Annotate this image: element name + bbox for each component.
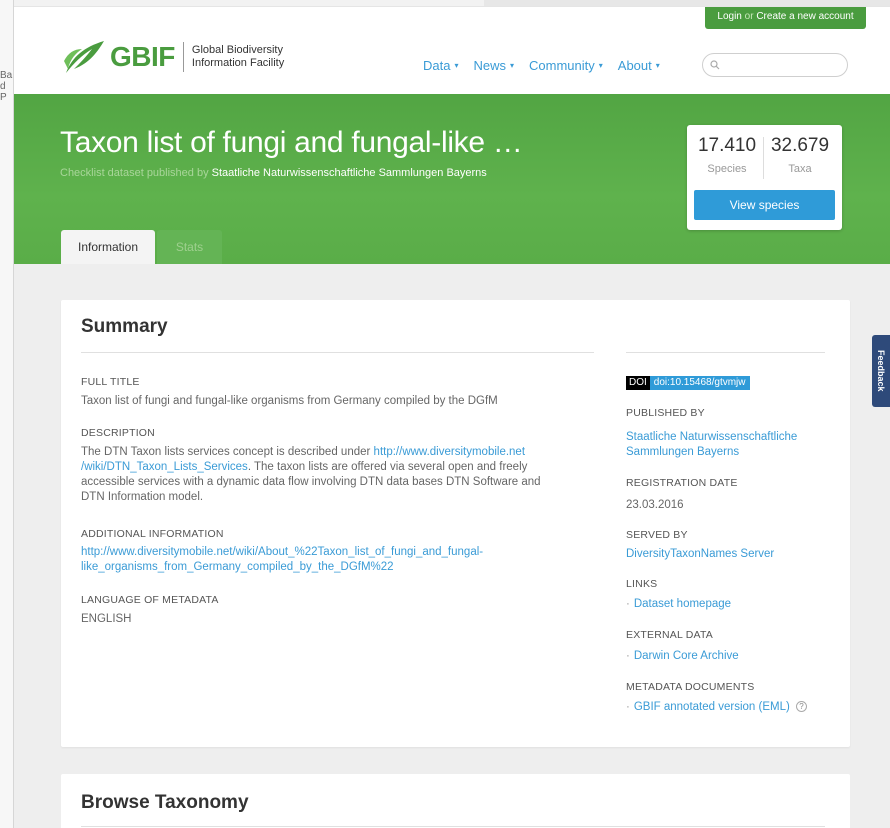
site-header: Login or Create a new account GBIF Globa…: [14, 6, 890, 94]
nav-item-news[interactable]: News ▾: [473, 58, 514, 73]
species-label: Species: [707, 163, 747, 175]
divider: [81, 352, 594, 353]
caret-down-icon: ▾: [510, 61, 515, 70]
gbif-annotated-eml-link[interactable]: · GBIF annotated version (EML) ?: [626, 701, 808, 713]
served-by-label: SERVED BY: [626, 529, 688, 541]
served-by-link[interactable]: DiversityTaxonNames Server: [626, 547, 774, 562]
additional-info-link[interactable]: http://www.diversitymobile.net/wiki/Abou…: [81, 545, 483, 560]
nav-item-about[interactable]: About ▾: [618, 58, 660, 73]
caret-down-icon: ▾: [598, 61, 603, 70]
link-text: GBIF annotated version (EML): [633, 701, 790, 713]
window-fragment-text: d P: [0, 81, 7, 103]
gbif-logo[interactable]: GBIF Global Biodiversity Information Fac…: [62, 39, 284, 75]
browse-taxonomy-card: Browse Taxonomy: [61, 774, 850, 828]
species-stat[interactable]: 17.410 Species: [692, 135, 762, 175]
dataset-hero: Taxon list of fungi and fungal-like … Ch…: [14, 94, 890, 264]
leaf-logo-icon: [64, 41, 104, 73]
browse-taxonomy-heading: Browse Taxonomy: [81, 792, 249, 813]
search-icon: [710, 60, 720, 70]
subtitle-prefix: Checklist dataset published by: [60, 167, 209, 179]
doi-badge[interactable]: DOI doi:10.15468/gtvmjw: [626, 376, 750, 390]
main-nav: Data ▾ News ▾ Community ▾ About ▾: [423, 58, 675, 73]
taxa-label: Taxa: [788, 163, 812, 175]
metadata-documents-label: METADATA DOCUMENTS: [626, 681, 755, 693]
login-or-text: or: [744, 11, 754, 22]
window-fragment-text: Ba: [0, 70, 13, 81]
nav-label: News: [473, 58, 506, 73]
description-label: DESCRIPTION: [81, 427, 155, 439]
published-by-value: Staatliche Naturwissenschaftliche Sammlu…: [626, 430, 797, 460]
view-species-button[interactable]: View species: [694, 190, 835, 220]
logo-subtitle-line: Global Biodiversity: [191, 44, 283, 56]
additional-info-value: http://www.diversitymobile.net/wiki/Abou…: [81, 545, 483, 575]
doi-label: DOI: [626, 376, 650, 390]
search-box[interactable]: [702, 53, 848, 77]
description-link[interactable]: /wiki/DTN_Taxon_Lists_Services: [81, 461, 248, 473]
language-value: ENGLISH: [81, 613, 132, 625]
tab-information[interactable]: Information: [61, 230, 155, 264]
dataset-title: Taxon list of fungi and fungal-like …: [60, 126, 523, 159]
full-title-value: Taxon list of fungi and fungal-like orga…: [81, 395, 498, 407]
bullet: ·: [626, 598, 630, 610]
logo-subtitle-line: Information Facility: [191, 57, 285, 69]
links-label: LINKS: [626, 578, 658, 590]
external-data-label: EXTERNAL DATA: [626, 629, 714, 641]
login-link[interactable]: Login: [717, 11, 741, 22]
summary-card: Summary FULL TITLE Taxon list of fungi a…: [61, 300, 850, 747]
create-account-link[interactable]: Create a new account: [756, 11, 853, 22]
stat-divider: [763, 137, 764, 179]
nav-label: Data: [423, 58, 451, 73]
darwin-core-archive-link[interactable]: · Darwin Core Archive: [626, 650, 739, 662]
publisher-link[interactable]: Staatliche Naturwissenschaftliche Sammlu…: [212, 167, 487, 179]
dataset-homepage-link[interactable]: · Dataset homepage: [626, 598, 731, 610]
additional-info-link[interactable]: like_organisms_from_Germany_compiled_by_…: [81, 560, 483, 575]
publisher-link[interactable]: Sammlungen Bayerns: [626, 445, 797, 460]
tab-stats[interactable]: Stats: [157, 230, 222, 264]
summary-heading: Summary: [81, 316, 168, 337]
divider: [626, 352, 825, 353]
divider: [81, 826, 825, 827]
logo-divider: [182, 42, 184, 72]
bullet: ·: [626, 701, 630, 713]
login-tab: Login or Create a new account: [705, 7, 866, 29]
caret-down-icon: ▾: [454, 61, 459, 70]
feedback-tab[interactable]: Feedback: [872, 335, 890, 407]
description-text: accessible services with a dynamic data …: [81, 476, 541, 488]
search-input[interactable]: [724, 59, 834, 71]
link-text: Dataset homepage: [633, 598, 732, 610]
nav-item-data[interactable]: Data ▾: [423, 58, 458, 73]
bullet: ·: [626, 650, 630, 662]
caret-down-icon: ▾: [655, 61, 660, 70]
nav-label: About: [617, 58, 652, 73]
nav-label: Community: [529, 58, 595, 73]
description-text: . The taxon lists are offered via severa…: [247, 461, 528, 473]
language-label: LANGUAGE OF METADATA: [81, 594, 219, 606]
logo-wordmark: GBIF: [110, 41, 175, 72]
description-text: The DTN Taxon lists services concept is …: [81, 446, 371, 458]
publisher-link[interactable]: Staatliche Naturwissenschaftliche: [626, 430, 797, 445]
underlying-window-strip: Ba d P: [0, 0, 14, 828]
doi-value: doi:10.15468/gtvmjw: [649, 376, 750, 390]
additional-info-label: ADDITIONAL INFORMATION: [81, 528, 224, 540]
description-value: The DTN Taxon lists services concept is …: [81, 445, 591, 505]
stats-box: 17.410 Species 32.679 Taxa View species: [687, 125, 842, 230]
registration-date-value: 23.03.2016: [626, 499, 684, 511]
nav-item-community[interactable]: Community ▾: [529, 58, 603, 73]
taxa-count: 32.679: [770, 135, 830, 156]
full-title-label: FULL TITLE: [81, 376, 140, 388]
species-count: 17.410: [697, 135, 757, 156]
dataset-subtitle: Checklist dataset published by Staatlich…: [60, 167, 487, 179]
description-link[interactable]: http://www.diversitymobile.net: [374, 446, 525, 458]
registration-date-label: REGISTRATION DATE: [626, 477, 738, 489]
published-by-label: PUBLISHED BY: [626, 407, 705, 419]
taxa-stat[interactable]: 32.679 Taxa: [765, 135, 835, 175]
link-text: Darwin Core Archive: [633, 650, 739, 662]
description-text: DTN Information model.: [81, 491, 204, 503]
logo-subtitle: Global Biodiversity Information Facility: [192, 44, 284, 70]
help-icon[interactable]: ?: [796, 701, 808, 712]
